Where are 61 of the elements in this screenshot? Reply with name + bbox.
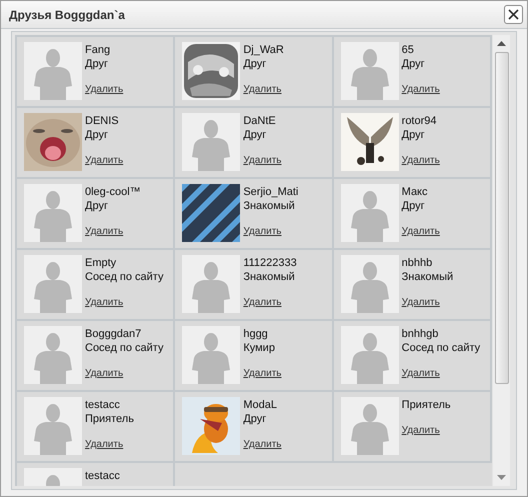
friend-name: Empty bbox=[85, 256, 118, 270]
friend-relation: Друг bbox=[85, 199, 109, 213]
friend-name: Макс bbox=[402, 185, 428, 199]
scrollbar[interactable] bbox=[493, 35, 510, 486]
friend-name: hggg bbox=[243, 327, 269, 341]
friend-name: DaNtE bbox=[243, 114, 277, 128]
friend-relation: Знакомый bbox=[402, 270, 454, 284]
remove-link[interactable]: Удалить bbox=[243, 225, 298, 239]
friend-name: Dj_WaR bbox=[243, 43, 284, 57]
remove-link[interactable]: Удалить bbox=[243, 83, 284, 97]
friend-name: Bogggdan7 bbox=[85, 327, 142, 341]
remove-link[interactable]: Удалить bbox=[85, 225, 141, 239]
friend-relation: Знакомый bbox=[243, 270, 296, 284]
remove-link[interactable]: Удалить bbox=[402, 83, 440, 97]
friend-name: nbhhb bbox=[402, 256, 434, 270]
remove-link[interactable]: Удалить bbox=[85, 438, 134, 452]
friend-relation: Знакомый bbox=[243, 199, 296, 213]
scroll-up-icon[interactable] bbox=[497, 41, 506, 46]
remove-link[interactable]: Удалить bbox=[243, 438, 282, 452]
friend-relation: Друг bbox=[402, 57, 426, 71]
scroll-down-icon[interactable] bbox=[497, 475, 506, 480]
friend-relation: Друг bbox=[402, 199, 426, 213]
friend-name: testacc bbox=[85, 469, 120, 483]
friend-relation: Друг bbox=[402, 128, 426, 142]
friend-relation: Сосед по сайту bbox=[402, 341, 480, 355]
friend-name: Fang bbox=[85, 43, 112, 57]
window-title: Друзья Bogggdan`a bbox=[9, 6, 125, 24]
remove-link[interactable]: Удалить bbox=[243, 296, 297, 310]
remove-link[interactable]: Удалить bbox=[243, 154, 282, 168]
friend-relation: Сосед по сайту bbox=[85, 341, 164, 355]
friend-name: 111222333 bbox=[243, 256, 297, 270]
remove-link[interactable]: Удалить bbox=[402, 424, 451, 438]
remove-link[interactable]: Удалить bbox=[402, 367, 480, 381]
friend-relation: Друг bbox=[243, 57, 268, 71]
friend-name: DENIS bbox=[85, 114, 120, 128]
friend-relation: Кумир bbox=[243, 341, 276, 355]
friend-name: bnhhgb bbox=[402, 327, 440, 341]
remove-link[interactable]: Удалить bbox=[85, 367, 164, 381]
remove-link[interactable]: Удалить bbox=[85, 154, 124, 168]
friend-name: rotor94 bbox=[402, 114, 438, 128]
friend-name: Serjio_Mati bbox=[243, 185, 298, 199]
friend-relation: Друг bbox=[85, 128, 109, 142]
remove-link[interactable]: Удалить bbox=[402, 296, 454, 310]
friend-relation: Друг bbox=[85, 57, 109, 71]
remove-link[interactable]: Удалить bbox=[402, 154, 440, 168]
remove-link[interactable]: Удалить bbox=[85, 296, 164, 310]
remove-link[interactable]: Удалить bbox=[402, 225, 440, 239]
scroll-thumb[interactable] bbox=[494, 52, 508, 384]
friend-relation: Приятель bbox=[85, 412, 134, 426]
close-button[interactable] bbox=[504, 5, 523, 24]
friend-name: ModaL bbox=[243, 398, 278, 412]
friend-relation: Друг bbox=[243, 412, 268, 426]
friend-name: testacc bbox=[85, 398, 121, 412]
close-icon bbox=[508, 9, 519, 20]
friend-relation: Друг bbox=[243, 128, 268, 142]
friend-name: 65 bbox=[402, 43, 415, 57]
friend-relation: Приятель bbox=[402, 398, 451, 412]
remove-link[interactable]: Удалить bbox=[85, 83, 124, 97]
friend-name: 0leg-cool™ bbox=[85, 185, 141, 199]
friend-relation: Сосед по сайту bbox=[85, 270, 164, 284]
remove-link[interactable]: Удалить bbox=[243, 367, 282, 381]
